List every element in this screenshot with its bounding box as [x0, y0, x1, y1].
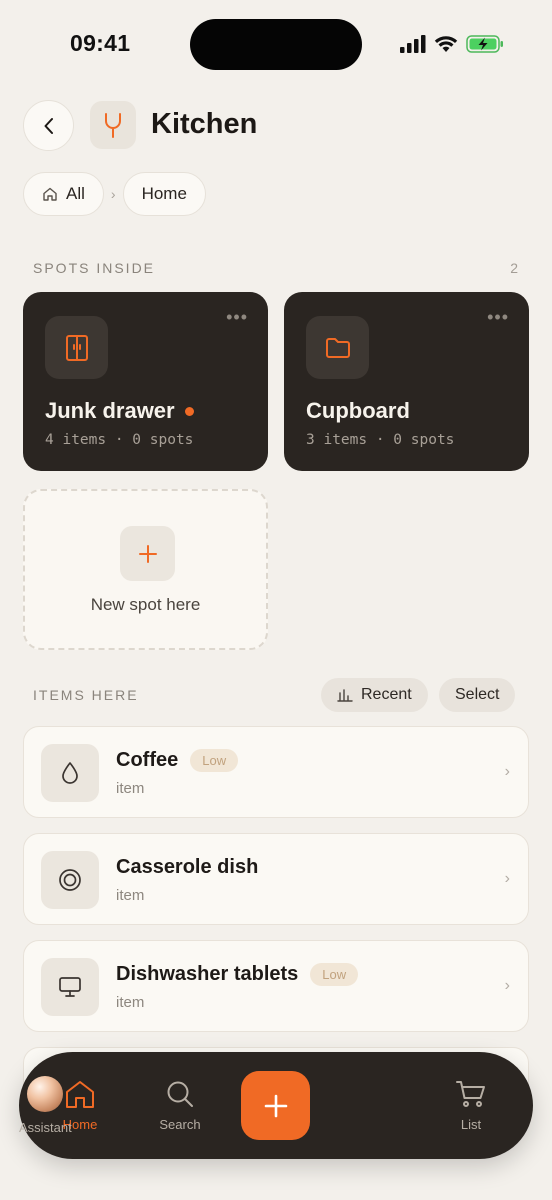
status-bar: 09:41 [0, 0, 552, 90]
spot-card-junk-drawer[interactable]: ••• Junk drawer 4 items · 0 spots [23, 292, 268, 471]
bar-chart-icon [337, 689, 353, 702]
select-button[interactable]: Select [439, 678, 516, 712]
home-icon [43, 187, 57, 201]
spot-name-label: Cupboard [306, 398, 410, 423]
nav-search[interactable]: Search [148, 1052, 212, 1159]
more-options-icon[interactable]: ••• [487, 308, 509, 326]
spot-name: Cupboard [306, 398, 410, 424]
sort-recent-button[interactable]: Recent [321, 678, 428, 712]
spot-meta: 3 items · 0 spots [306, 432, 455, 448]
nav-assistant-label: Assistant [19, 1120, 72, 1135]
more-options-icon[interactable]: ••• [226, 308, 248, 326]
breadcrumb-home-label: Home [141, 184, 187, 203]
spot-meta: 4 items · 0 spots [45, 432, 194, 448]
cart-icon [456, 1081, 485, 1107]
nav-assistant[interactable]: Assistant [19, 1052, 72, 1159]
status-dot [184, 406, 194, 416]
nav-list[interactable]: List [451, 1052, 491, 1159]
fork-icon [105, 113, 121, 138]
signal-icon [400, 35, 426, 53]
breadcrumb-all-label: All [66, 184, 85, 203]
add-spot-button[interactable] [120, 526, 175, 581]
item-type: item [116, 780, 145, 797]
item-card-dishwasher-tablets[interactable]: Dishwasher tablets Low item › [23, 940, 529, 1032]
spots-count: 2 [510, 260, 518, 276]
bottom-nav: Home Search Assistant List [19, 1052, 533, 1159]
item-card-casserole-dish[interactable]: Casserole dish item › [23, 833, 529, 925]
plus-icon [264, 1094, 287, 1117]
item-name-label: Dishwasher tablets [116, 963, 299, 985]
nav-search-label: Search [159, 1117, 201, 1132]
breadcrumb-home[interactable]: Home [122, 172, 206, 216]
spot-name: Junk drawer [45, 398, 194, 424]
spots-section-label: SPOTS INSIDE [33, 260, 156, 276]
breadcrumb-all[interactable]: All [23, 172, 104, 216]
battery-charging-icon [466, 35, 503, 53]
chevron-right-icon: › [504, 977, 510, 994]
breadcrumb: All › Home [23, 172, 206, 216]
dynamic-island [190, 19, 362, 70]
item-name-label: Coffee [116, 749, 179, 771]
spot-icon-tile [306, 316, 369, 379]
new-spot-label: New spot here [90, 595, 201, 614]
cabinet-icon [65, 334, 88, 361]
item-name: Dishwasher tablets Low [116, 963, 359, 986]
item-name-label: Casserole dish [116, 856, 259, 878]
monitor-icon [59, 977, 81, 997]
item-type: item [116, 994, 145, 1011]
new-spot-card[interactable]: New spot here [23, 489, 268, 650]
status-time: 09:41 [70, 30, 131, 56]
item-icon-tile [41, 851, 99, 909]
add-item-button[interactable] [241, 1071, 310, 1140]
spot-icon-tile [45, 316, 108, 379]
spot-name-label: Junk drawer [45, 398, 175, 423]
drop-icon [62, 762, 78, 784]
page-title: Kitchen [151, 108, 258, 140]
item-type: item [116, 887, 145, 904]
assistant-orb-icon [27, 1076, 64, 1112]
item-icon-tile [41, 958, 99, 1016]
select-label: Select [455, 686, 500, 703]
nav-list-label: List [460, 1117, 482, 1132]
item-name: Coffee Low [116, 749, 239, 772]
target-icon [59, 869, 81, 891]
folder-icon [325, 337, 350, 358]
plus-icon [138, 544, 157, 563]
sort-recent-label: Recent [361, 686, 412, 703]
low-stock-badge: Low [310, 963, 359, 986]
back-button[interactable] [23, 100, 74, 151]
items-section-label: ITEMS HERE [33, 687, 139, 703]
chevron-left-icon [44, 117, 53, 134]
status-icons [400, 34, 504, 54]
search-icon [167, 1081, 193, 1107]
item-card-coffee[interactable]: Coffee Low item › [23, 726, 529, 818]
breadcrumb-separator: › [110, 186, 116, 202]
wifi-icon [434, 36, 458, 52]
chevron-right-icon: › [504, 870, 510, 887]
item-icon-tile [41, 744, 99, 802]
item-name: Casserole dish [116, 856, 258, 879]
chevron-right-icon: › [504, 763, 510, 780]
location-icon-tile [90, 101, 136, 149]
spot-card-cupboard[interactable]: ••• Cupboard 3 items · 0 spots [284, 292, 529, 471]
low-stock-badge: Low [190, 749, 239, 772]
